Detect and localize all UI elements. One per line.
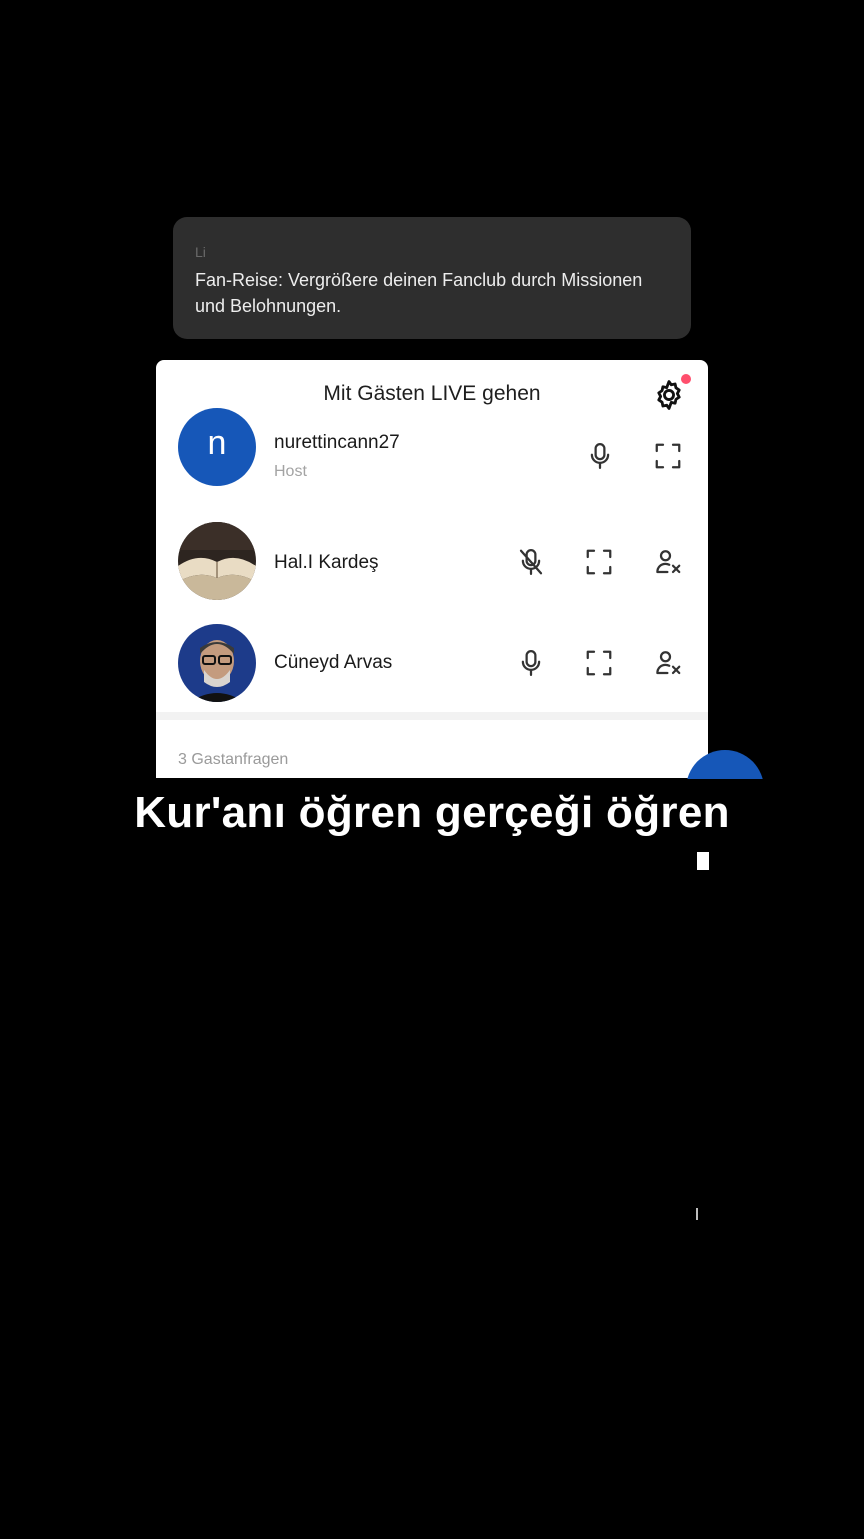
microphone-icon[interactable] (585, 440, 615, 472)
remove-guest-icon[interactable] (653, 546, 683, 578)
guest-requests-link[interactable]: 3 Gastanfragen (178, 751, 288, 769)
fullscreen-icon[interactable] (584, 647, 614, 679)
fan-journey-toast[interactable]: Li Fan-Reise: Vergrößere deinen Fanclub … (173, 217, 691, 339)
participant-row: Cüneyd Arvas (156, 624, 708, 714)
toast-faded-label: Li (195, 244, 206, 260)
open-book-avatar[interactable] (178, 522, 256, 600)
panel-title: Mit Gästen LIVE gehen (323, 382, 541, 405)
participant-name: nurettincann27 (274, 432, 400, 453)
fullscreen-icon[interactable] (653, 440, 683, 472)
settings-notification-dot (681, 374, 691, 384)
participant-row-host: n nurettincann27 Host (156, 408, 708, 502)
participant-role: Host (274, 463, 307, 480)
avatar[interactable]: n (178, 408, 256, 486)
microphone-muted-icon[interactable] (516, 546, 546, 578)
participant-name: Cüneyd Arvas (274, 652, 393, 673)
microphone-icon[interactable] (516, 647, 546, 679)
fullscreen-icon[interactable] (584, 546, 614, 578)
man-with-glasses-avatar[interactable] (178, 624, 256, 702)
small-mark (696, 1208, 698, 1220)
live-with-guests-panel: Mit Gästen LIVE gehen n nurettincann27 H… (156, 360, 708, 778)
participant-name: Hal.I Kardeş (274, 552, 379, 573)
video-black-area (0, 779, 864, 1539)
gear-icon[interactable] (652, 378, 686, 412)
section-divider (156, 712, 708, 720)
video-caption: Kur'anı öğren gerçeği öğren (134, 788, 730, 837)
remove-guest-icon[interactable] (653, 647, 683, 679)
toast-message: Fan-Reise: Vergrößere deinen Fanclub dur… (195, 270, 643, 316)
participant-row: Hal.I Kardeş (156, 522, 708, 612)
cursor-mark (697, 852, 709, 870)
